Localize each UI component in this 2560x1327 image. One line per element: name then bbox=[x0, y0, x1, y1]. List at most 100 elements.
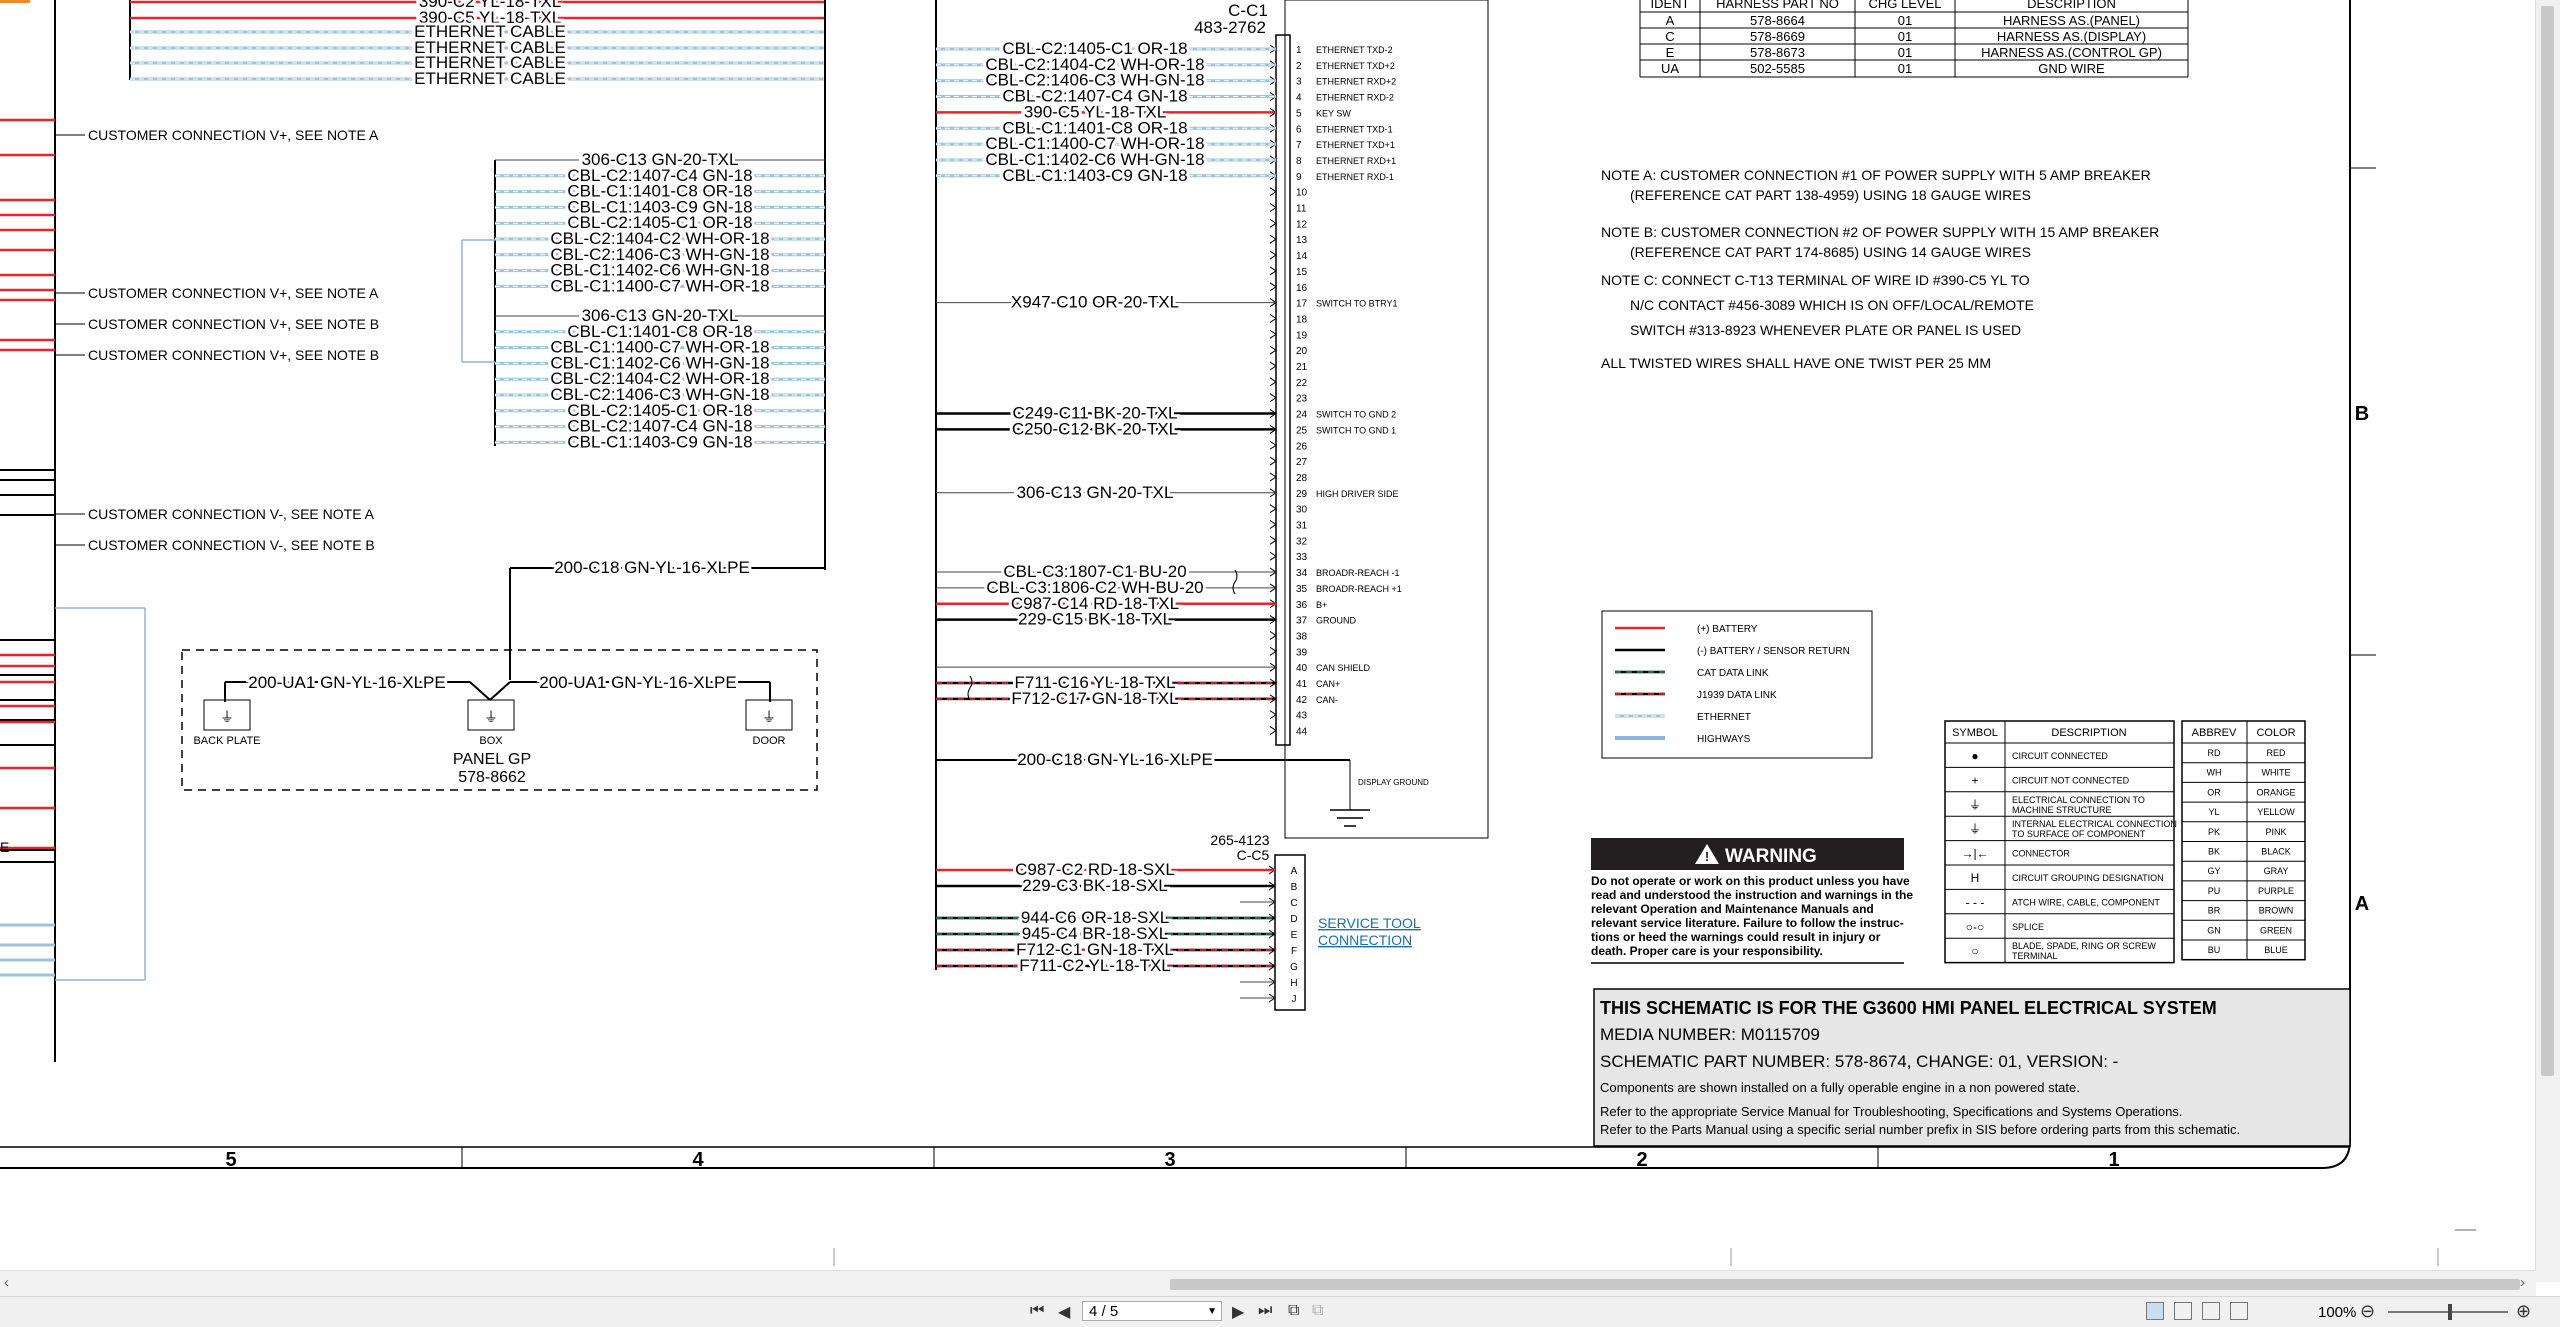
zoom-slider-knob[interactable] bbox=[2448, 1304, 2452, 1320]
connector-pin-mark bbox=[1269, 282, 1277, 292]
connector-pin-mark bbox=[1269, 234, 1277, 244]
color-abbrev: OR bbox=[2207, 787, 2221, 797]
connector-c1-pin-function: ETHERNET RXD+2 bbox=[1316, 77, 1396, 87]
page-tab-marker bbox=[0, 0, 30, 3]
zoom-out-icon[interactable]: ⊖ bbox=[2360, 1301, 2375, 1322]
color-abbrev: PK bbox=[2208, 827, 2220, 837]
connector-c1-pin-function: CAN SHIELD bbox=[1316, 663, 1371, 673]
last-page-icon[interactable]: ⏭ bbox=[1258, 1302, 1272, 1320]
connector-c1-pin-function: BROADR-REACH -1 bbox=[1316, 568, 1400, 578]
top-wire-label: ETHERNET CABLE bbox=[414, 69, 566, 88]
title-block-part-number: SCHEMATIC PART NUMBER: 578-8674, CHANGE:… bbox=[1600, 1052, 2118, 1071]
note-text: (REFERENCE CAT PART 174-8685) USING 14 G… bbox=[1630, 244, 2031, 260]
symbol-description: CIRCUIT CONNECTED bbox=[2012, 751, 2108, 761]
vertical-scrollbar[interactable] bbox=[2535, 0, 2560, 1282]
twist-symbol bbox=[1232, 569, 1238, 595]
copy-view-icon[interactable]: ⧉ bbox=[1312, 1302, 1323, 1320]
document-viewport[interactable]: B A 5 4 3 2 1 E CUSTOMER CONNECTION V+, SEE NOTE… bbox=[0, 0, 2536, 1270]
color-name: GREEN bbox=[2260, 925, 2292, 935]
connector-pin-letter: C bbox=[1290, 898, 1297, 909]
customer-connection-note: CUSTOMER CONNECTION V-, SEE NOTE A bbox=[88, 506, 375, 522]
harness-table-cell: HARNESS AS.(CONTROL GP) bbox=[1981, 45, 2162, 60]
zone-number: 3 bbox=[1164, 1149, 1175, 1171]
connector-pin-number: 41 bbox=[1296, 679, 1308, 690]
symbol-description: MACHINE STRUCTURE bbox=[2012, 805, 2112, 815]
color-abbrev: BR bbox=[2208, 906, 2221, 916]
service-tool-link[interactable]: SERVICE TOOL bbox=[1318, 915, 1421, 931]
connector-c1-part: 483-2762 bbox=[1194, 18, 1266, 37]
symbol-description: ATCH WIRE, CABLE, COMPONENT bbox=[2012, 897, 2160, 907]
color-table-header: COLOR bbox=[2256, 727, 2295, 739]
connector-c1-wire-label: 229-C15 BK-18-TXL bbox=[1018, 610, 1172, 629]
note-text: NOTE A: CUSTOMER CONNECTION #1 OF POWER … bbox=[1601, 167, 2151, 183]
chevron-down-icon[interactable]: ▼ bbox=[1207, 1302, 1217, 1322]
fit-width-icon[interactable] bbox=[2230, 1302, 2248, 1320]
panel-wire-label: 200-UA1 GN-YL-16-XLPE bbox=[248, 673, 445, 692]
panel-name: PANEL GP bbox=[453, 751, 531, 768]
harness-table-cell: 578-8669 bbox=[1750, 29, 1805, 44]
connector-pin-number: 10 bbox=[1296, 188, 1308, 199]
color-abbrev: RD bbox=[2208, 748, 2221, 758]
zone-number: 2 bbox=[1636, 1149, 1647, 1171]
harness-table-cell: 01 bbox=[1898, 13, 1912, 28]
zoom-slider[interactable] bbox=[2388, 1304, 2508, 1320]
connector-c5-name: C-C5 bbox=[1237, 847, 1270, 863]
horizontal-scroll-thumb[interactable] bbox=[1170, 1279, 2520, 1290]
panel-part-number: 578-8662 bbox=[458, 769, 526, 786]
horizontal-scrollbar[interactable]: ‹ › bbox=[0, 1270, 2536, 1297]
continuous-view-icon[interactable] bbox=[2174, 1302, 2192, 1320]
warning-text: tions or heed the warnings could result … bbox=[1591, 930, 1881, 944]
connector-pin-number: 7 bbox=[1296, 140, 1302, 151]
connector-pin-number: 31 bbox=[1296, 521, 1308, 532]
legend-label: CAT DATA LINK bbox=[1697, 668, 1769, 679]
customer-connection-note: CUSTOMER CONNECTION V+, SEE NOTE A bbox=[88, 285, 379, 301]
single-page-view-icon[interactable] bbox=[2146, 1302, 2164, 1320]
harness-table-cell: 502-5585 bbox=[1750, 61, 1805, 76]
color-name: PINK bbox=[2265, 827, 2286, 837]
connector-pin-number: 13 bbox=[1296, 235, 1308, 246]
symbol-table-header: SYMBOL bbox=[1952, 727, 1998, 739]
page-number-field[interactable]: 4 / 5 ▼ bbox=[1082, 1301, 1222, 1321]
vertical-scroll-thumb[interactable] bbox=[2541, 6, 2554, 1076]
connector-pin-letter: G bbox=[1290, 962, 1298, 973]
scroll-left-arrow-icon[interactable]: ‹ bbox=[4, 1274, 9, 1291]
facing-view-icon[interactable] bbox=[2202, 1302, 2220, 1320]
connector-c1-pin-function: SWITCH TO GND 2 bbox=[1316, 410, 1396, 420]
connector-pin-number: 23 bbox=[1296, 394, 1308, 405]
warning-exclamation-icon: ! bbox=[1705, 849, 1709, 864]
first-page-icon[interactable]: ⏮ bbox=[1030, 1302, 1044, 1320]
symbol-description: ELECTRICAL CONNECTION TO bbox=[2012, 795, 2145, 805]
connector-c1-pin-function: ETHERNET RXD-1 bbox=[1316, 172, 1394, 182]
harness-table-cell: A bbox=[1666, 13, 1675, 28]
color-name: PURPLE bbox=[2258, 886, 2294, 896]
harness-table-header: DESCRIPTION bbox=[2027, 0, 2116, 11]
warning-text: relevant Operation and Maintenance Manua… bbox=[1591, 902, 1874, 916]
legend-label: (-) BATTERY / SENSOR RETURN bbox=[1697, 646, 1850, 657]
zone-number: 5 bbox=[225, 1149, 236, 1171]
legend-label: J1939 DATA LINK bbox=[1697, 690, 1777, 701]
note-text: NOTE C: CONNECT C-T13 TERMINAL OF WIRE I… bbox=[1601, 272, 2030, 288]
previous-page-icon[interactable]: ◀ bbox=[1058, 1302, 1070, 1322]
zone-letter: A bbox=[2355, 893, 2369, 915]
harness-table-cell: UA bbox=[1661, 61, 1679, 76]
symbol-description: TO SURFACE OF COMPONENT bbox=[2012, 829, 2146, 839]
next-page-icon[interactable]: ▶ bbox=[1232, 1302, 1244, 1322]
twist-symbol bbox=[967, 675, 973, 701]
legend-label: (+) BATTERY bbox=[1697, 624, 1758, 635]
connector-c1-pin-function: ETHERNET TXD+2 bbox=[1316, 61, 1395, 71]
harness-table-header: HARNESS PART NO bbox=[1716, 0, 1839, 11]
connector-c1-pin-function: ETHERNET TXD-2 bbox=[1316, 45, 1393, 55]
customer-connection-note: CUSTOMER CONNECTION V+, SEE NOTE B bbox=[88, 316, 379, 332]
connector-pin-number: 8 bbox=[1296, 156, 1302, 167]
scroll-right-arrow-icon[interactable]: › bbox=[2520, 1274, 2525, 1291]
symbol-description: CIRCUIT NOT CONNECTED bbox=[2012, 775, 2130, 785]
zoom-in-icon[interactable]: ⊕ bbox=[2516, 1301, 2531, 1322]
rotate-view-icon[interactable]: ⧉ bbox=[1288, 1302, 1299, 1320]
connector-c1-pin-function: CAN- bbox=[1316, 695, 1338, 705]
harness-table-cell: HARNESS AS.(PANEL) bbox=[2003, 13, 2140, 28]
panel-ground-wire bbox=[469, 681, 491, 701]
color-abbrev: GY bbox=[2207, 866, 2220, 876]
status-bar: ⏮ ◀ 4 / 5 ▼ ▶ ⏭ ⧉ ⧉ 100% ⊖ ⊕ bbox=[0, 1296, 2560, 1327]
symbol-glyph-icon: H bbox=[1971, 871, 1980, 885]
service-tool-link[interactable]: CONNECTION bbox=[1318, 932, 1412, 948]
